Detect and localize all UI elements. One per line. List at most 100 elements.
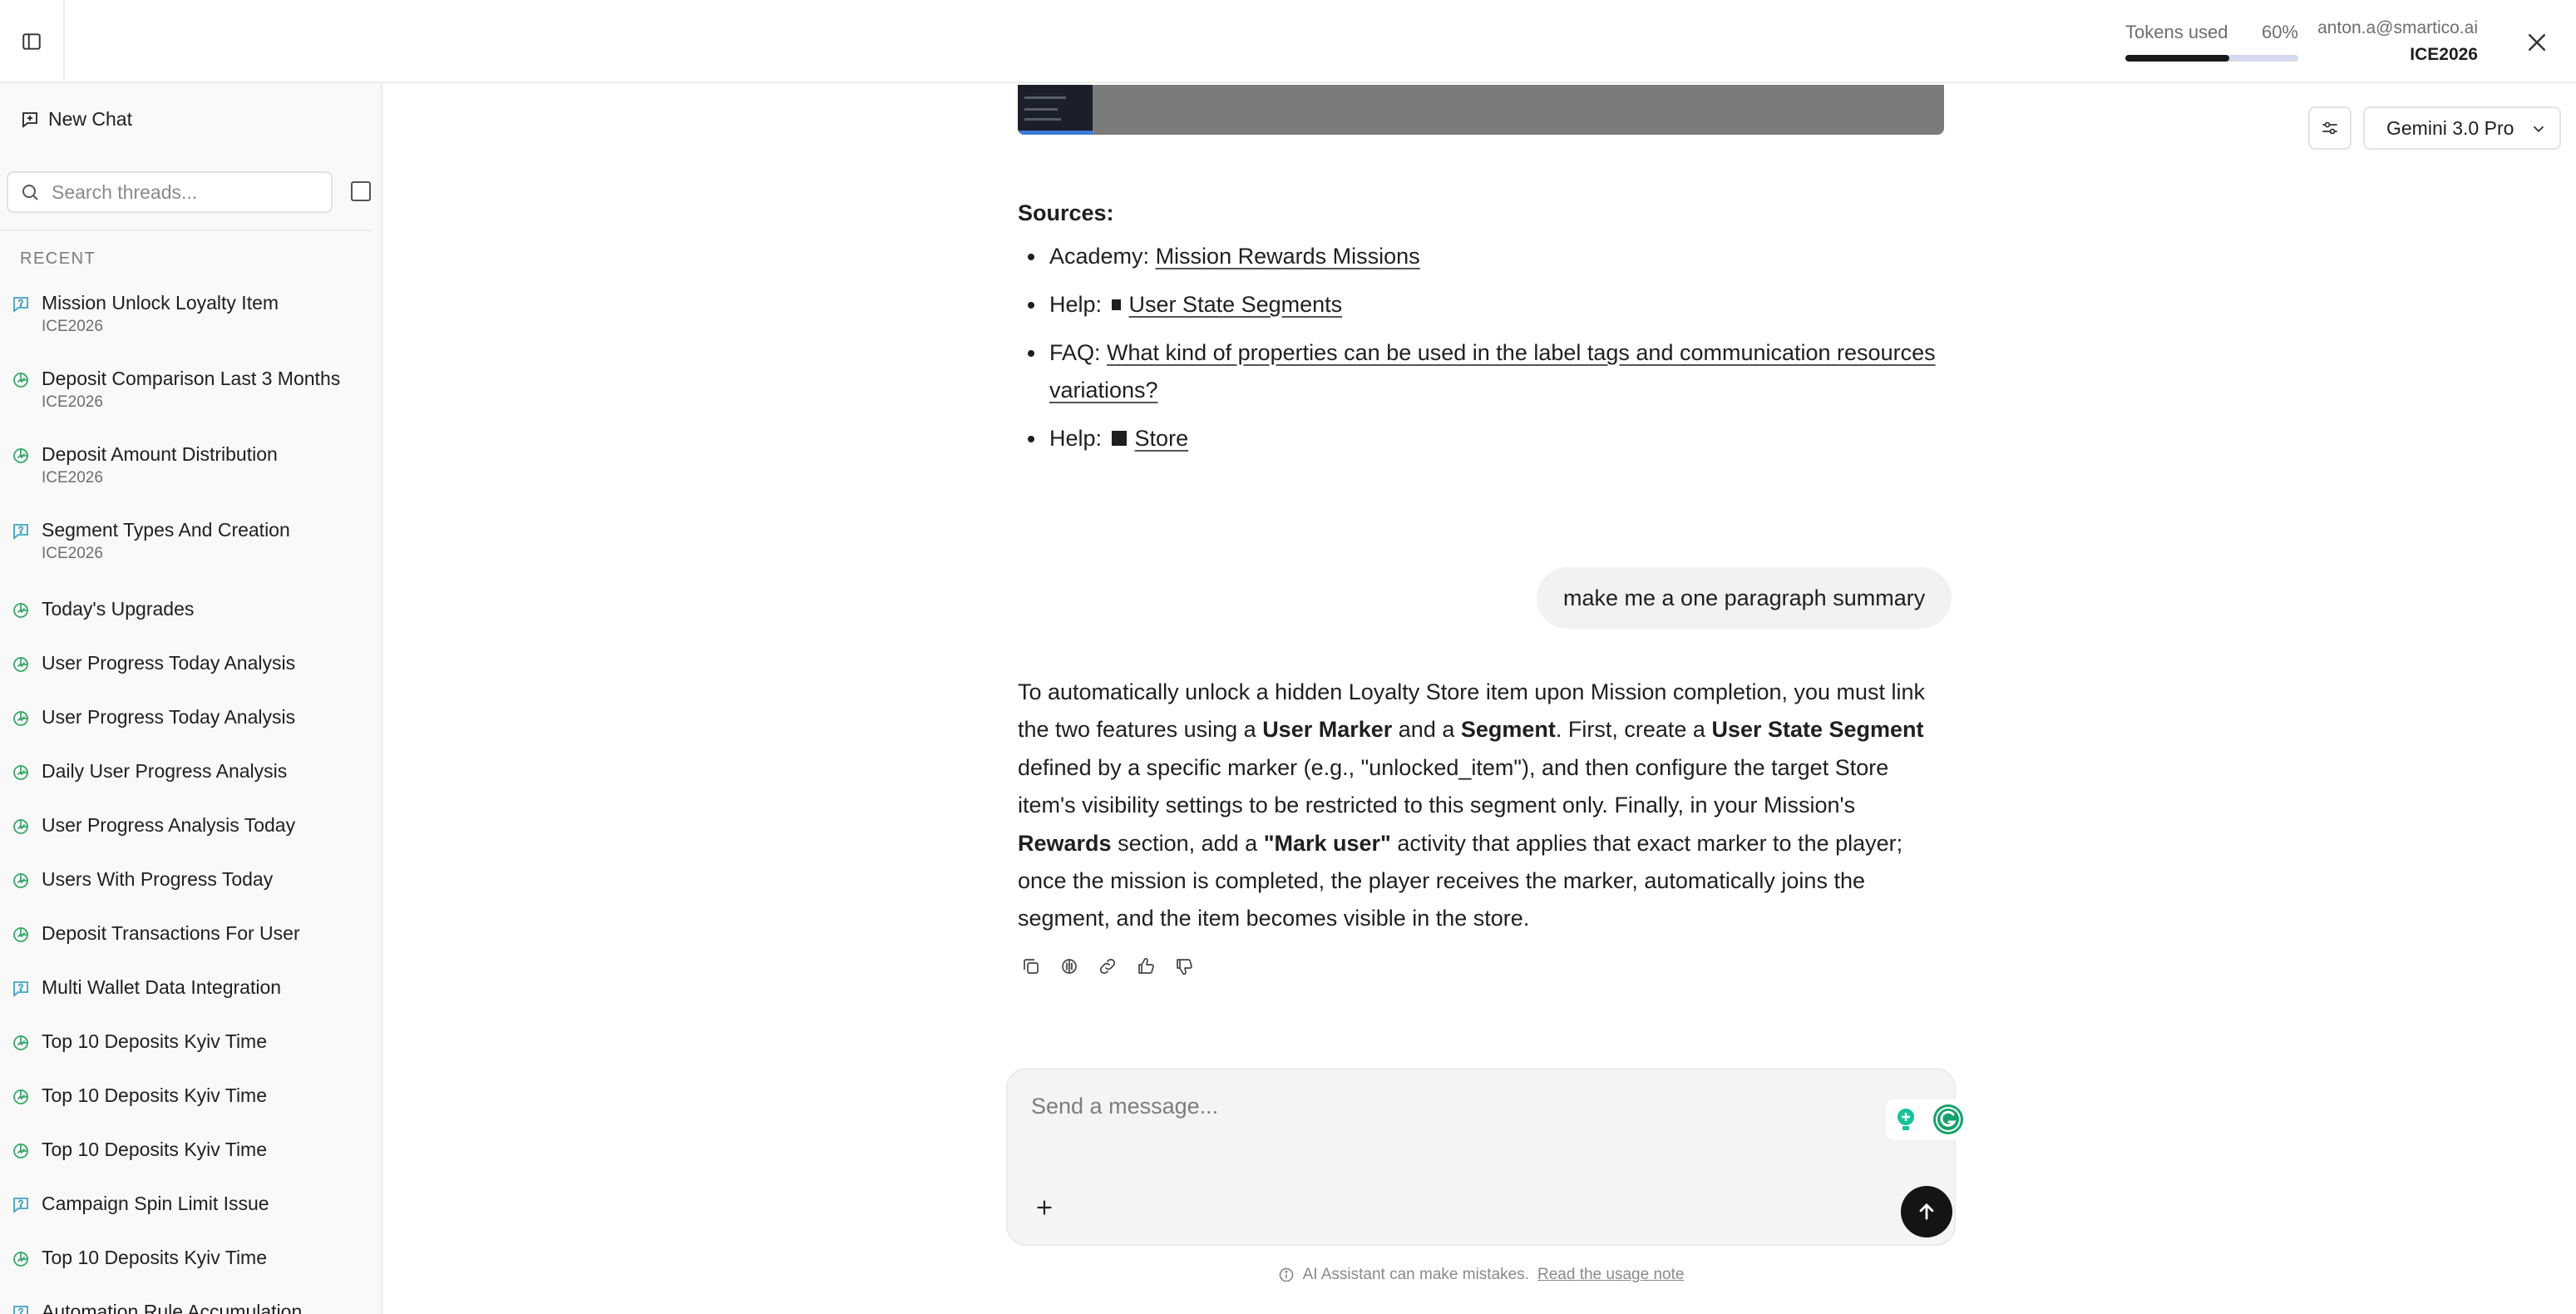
message-input[interactable]: [1031, 1089, 1779, 1123]
thread-title: Deposit Transactions For User: [42, 922, 300, 944]
thread-text: Users With Progress Today: [42, 868, 273, 891]
thumbs-down-icon: [1177, 959, 1192, 976]
thread-list: Mission Unlock Loyalty Item ICE2026 Deposi…: [0, 283, 381, 1314]
analytics-icon: [10, 708, 32, 729]
thread-item[interactable]: Mission Unlock Loyalty Item ICE2026: [0, 283, 381, 358]
link-icon: [1099, 958, 1116, 975]
thread-search: [7, 171, 333, 213]
thumbs-up-button[interactable]: [1133, 953, 1159, 980]
attach-button[interactable]: [1029, 1193, 1059, 1223]
thread-item[interactable]: User Progress Today Analysis: [0, 694, 381, 748]
assistant-answer: To automatically unlock a hidden Loyalty…: [1018, 679, 1926, 931]
usage-note-link[interactable]: Read the usage note: [1537, 1266, 1684, 1284]
analytics-icon: [10, 816, 32, 837]
thread-title: Campaign Spin Limit Issue: [42, 1193, 269, 1214]
thread-item[interactable]: Daily User Progress Analysis: [0, 748, 381, 802]
thread-text: User Progress Today Analysis: [42, 706, 295, 729]
thread-title: Top 10 Deposits Kyiv Time: [42, 1030, 268, 1052]
thread-item[interactable]: User Progress Analysis Today: [0, 802, 381, 856]
sliders-icon: [2322, 121, 2337, 135]
thread-item[interactable]: Top 10 Deposits Kyiv Time: [0, 1018, 381, 1072]
thread-item[interactable]: Deposit Transactions For User: [0, 910, 381, 964]
doc-marker-icon: [1111, 430, 1127, 446]
thread-workspace: ICE2026: [42, 393, 103, 411]
thread-title: Top 10 Deposits Kyiv Time: [42, 1139, 268, 1160]
image-preview[interactable]: [1018, 85, 1944, 135]
new-chat-button[interactable]: New Chat: [20, 108, 132, 131]
link-button[interactable]: [1094, 953, 1121, 980]
thread-text: User Progress Today Analysis: [42, 652, 295, 674]
message-composer: [1006, 1068, 1971, 1246]
analytics-icon: [10, 762, 32, 783]
source-link[interactable]: User State Segments: [1108, 292, 1342, 317]
search-icon: [22, 185, 38, 200]
thread-item[interactable]: Deposit Comparison Last 3 Months ICE2026: [0, 358, 381, 434]
brain-button[interactable]: [1056, 953, 1083, 980]
source-prefix: Help:: [1049, 292, 1108, 317]
sources-title: Sources:: [1018, 200, 1114, 225]
select-threads-checkbox[interactable]: [351, 181, 371, 201]
send-button[interactable]: [1901, 1186, 1952, 1237]
grammarly-icon[interactable]: [1932, 1103, 1965, 1136]
thread-workspace: ICE2026: [42, 469, 103, 487]
source-item: Help: Store: [1018, 420, 1944, 457]
sidebar-divider: [0, 230, 373, 231]
help-icon: [10, 1302, 32, 1314]
thread-text: Multi Wallet Data Integration: [42, 976, 281, 999]
thread-workspace: ICE2026: [42, 318, 103, 335]
thread-item[interactable]: Top 10 Deposits Kyiv Time: [0, 1072, 381, 1126]
help-icon: [10, 294, 32, 315]
new-chat-label: New Chat: [48, 108, 132, 130]
copy-icon: [1024, 959, 1039, 974]
top-bar: Tokens used 60% anton.a@smartico.ai ICE2…: [0, 0, 2576, 83]
thread-title: User Progress Today Analysis: [42, 652, 296, 674]
thread-text: Daily User Progress Analysis: [42, 760, 287, 783]
thread-item[interactable]: Campaign Spin Limit Issue: [0, 1180, 381, 1234]
close-button[interactable]: [2519, 25, 2554, 60]
settings-button[interactable]: [2308, 106, 2351, 150]
account-org: ICE2026: [2410, 45, 2478, 64]
thumbs-down-button[interactable]: [1171, 953, 1197, 980]
chat-main: Gemini 3.0 Pro Sources: Academy: Mission…: [384, 85, 2576, 1314]
analytics-icon: [10, 654, 32, 675]
bulb-extension-icon[interactable]: [1893, 1106, 1919, 1133]
thread-title: Deposit Amount Distribution: [42, 443, 278, 465]
thread-item[interactable]: Multi Wallet Data Integration: [0, 964, 381, 1018]
message-actions: [1018, 953, 1197, 980]
thread-workspace: ICE2026: [42, 545, 103, 562]
model-name: Gemini 3.0 Pro: [2386, 116, 2514, 139]
doc-marker-icon: [1111, 299, 1121, 311]
thread-title: Deposit Comparison Last 3 Months: [42, 368, 341, 389]
model-select[interactable]: Gemini 3.0 Pro: [2363, 106, 2561, 150]
analytics-icon: [10, 924, 32, 946]
source-link[interactable]: Mission Rewards Missions: [1156, 244, 1420, 269]
thread-item[interactable]: Automation Rule Accumulation: [0, 1288, 381, 1314]
thread-title: User Progress Today Analysis: [42, 706, 296, 728]
source-link[interactable]: Store: [1108, 426, 1188, 451]
thread-text: Deposit Transactions For User: [42, 922, 300, 945]
copy-button[interactable]: [1018, 953, 1044, 980]
thread-title: Automation Rule Accumulation: [42, 1301, 303, 1314]
thread-item[interactable]: Users With Progress Today: [0, 856, 381, 910]
source-link[interactable]: What kind of properties can be used in t…: [1049, 340, 1936, 403]
disclaimer-text: AI Assistant can make mistakes.: [1302, 1266, 1530, 1283]
thread-text: Top 10 Deposits Kyiv Time: [42, 1247, 267, 1269]
thread-item[interactable]: Segment Types And Creation ICE2026: [0, 510, 381, 585]
thread-item[interactable]: User Progress Today Analysis: [0, 640, 381, 694]
thread-text: Today's Upgrades: [42, 598, 194, 620]
thread-title: Top 10 Deposits Kyiv Time: [42, 1084, 268, 1106]
sidebar-toggle-button[interactable]: [0, 0, 65, 83]
sidebar-toggle-icon: [22, 33, 41, 50]
analytics-icon: [10, 445, 32, 467]
thread-item[interactable]: Deposit Amount Distribution ICE2026: [0, 434, 381, 510]
account-info[interactable]: anton.a@smartico.ai ICE2026: [2317, 18, 2478, 65]
search-input[interactable]: [52, 180, 318, 204]
thread-item[interactable]: Today's Upgrades: [0, 585, 381, 640]
source-item: Help: User State Segments: [1018, 286, 1944, 324]
source-item: Academy: Mission Rewards Missions: [1018, 238, 1944, 275]
thread-text: Segment Types And Creation ICE2026: [42, 519, 290, 563]
thread-item[interactable]: Top 10 Deposits Kyiv Time: [0, 1234, 381, 1288]
thread-item[interactable]: Top 10 Deposits Kyiv Time: [0, 1126, 381, 1180]
extension-badges[interactable]: [1886, 1099, 1971, 1139]
info-icon: [1279, 1267, 1293, 1282]
